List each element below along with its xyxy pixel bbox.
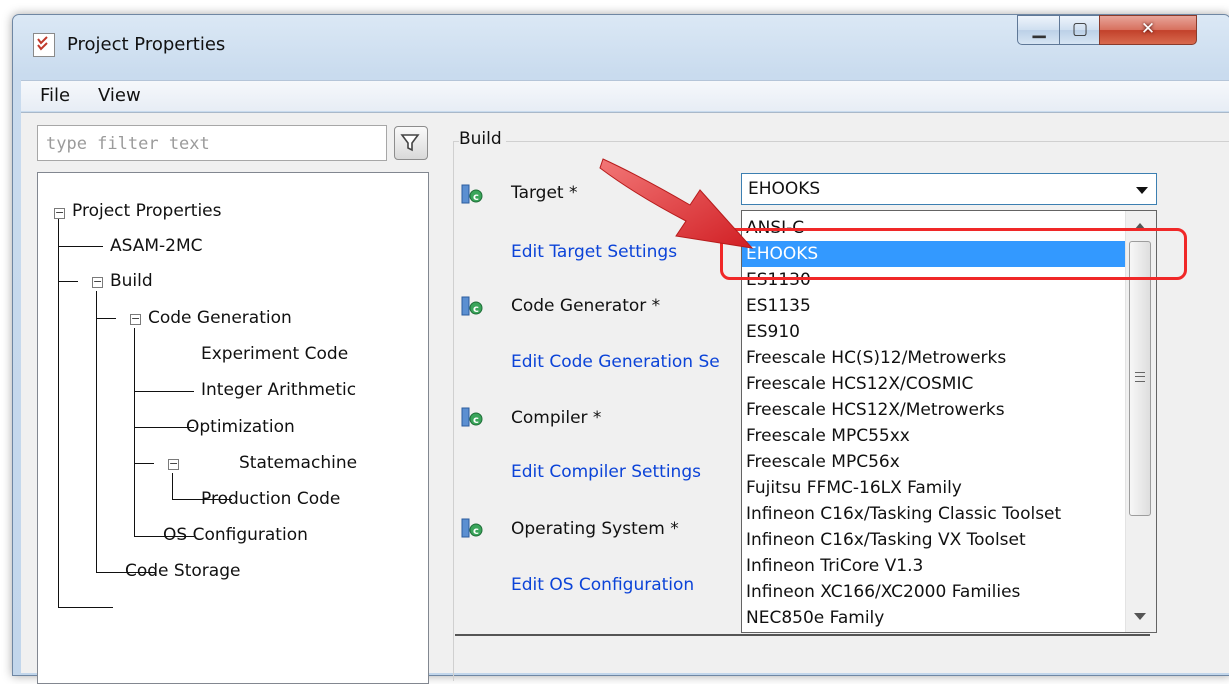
annotation-arrow — [599, 158, 754, 249]
